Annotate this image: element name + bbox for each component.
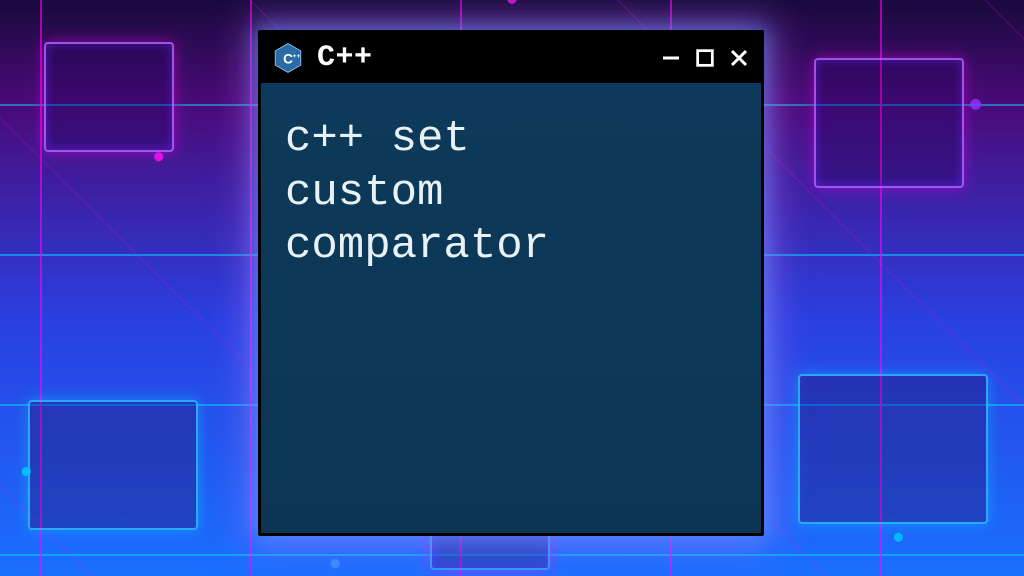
chip-decoration <box>814 58 964 188</box>
svg-text:+: + <box>297 53 301 60</box>
cpp-logo-icon: C + + <box>271 41 305 75</box>
title-bar[interactable]: C + + C++ <box>261 33 761 83</box>
maximize-button[interactable] <box>691 44 719 72</box>
app-window: C + + C++ <box>258 30 764 536</box>
window-controls <box>657 44 753 72</box>
chip-decoration <box>28 400 198 530</box>
chip-decoration <box>44 42 174 152</box>
window-client-area: c++ set custom comparator <box>261 83 761 533</box>
chip-decoration <box>798 374 988 524</box>
close-button[interactable] <box>725 44 753 72</box>
svg-text:C: C <box>283 52 293 67</box>
minimize-button[interactable] <box>657 44 685 72</box>
window-title: C++ <box>317 41 645 75</box>
body-text: c++ set custom comparator <box>285 113 737 274</box>
